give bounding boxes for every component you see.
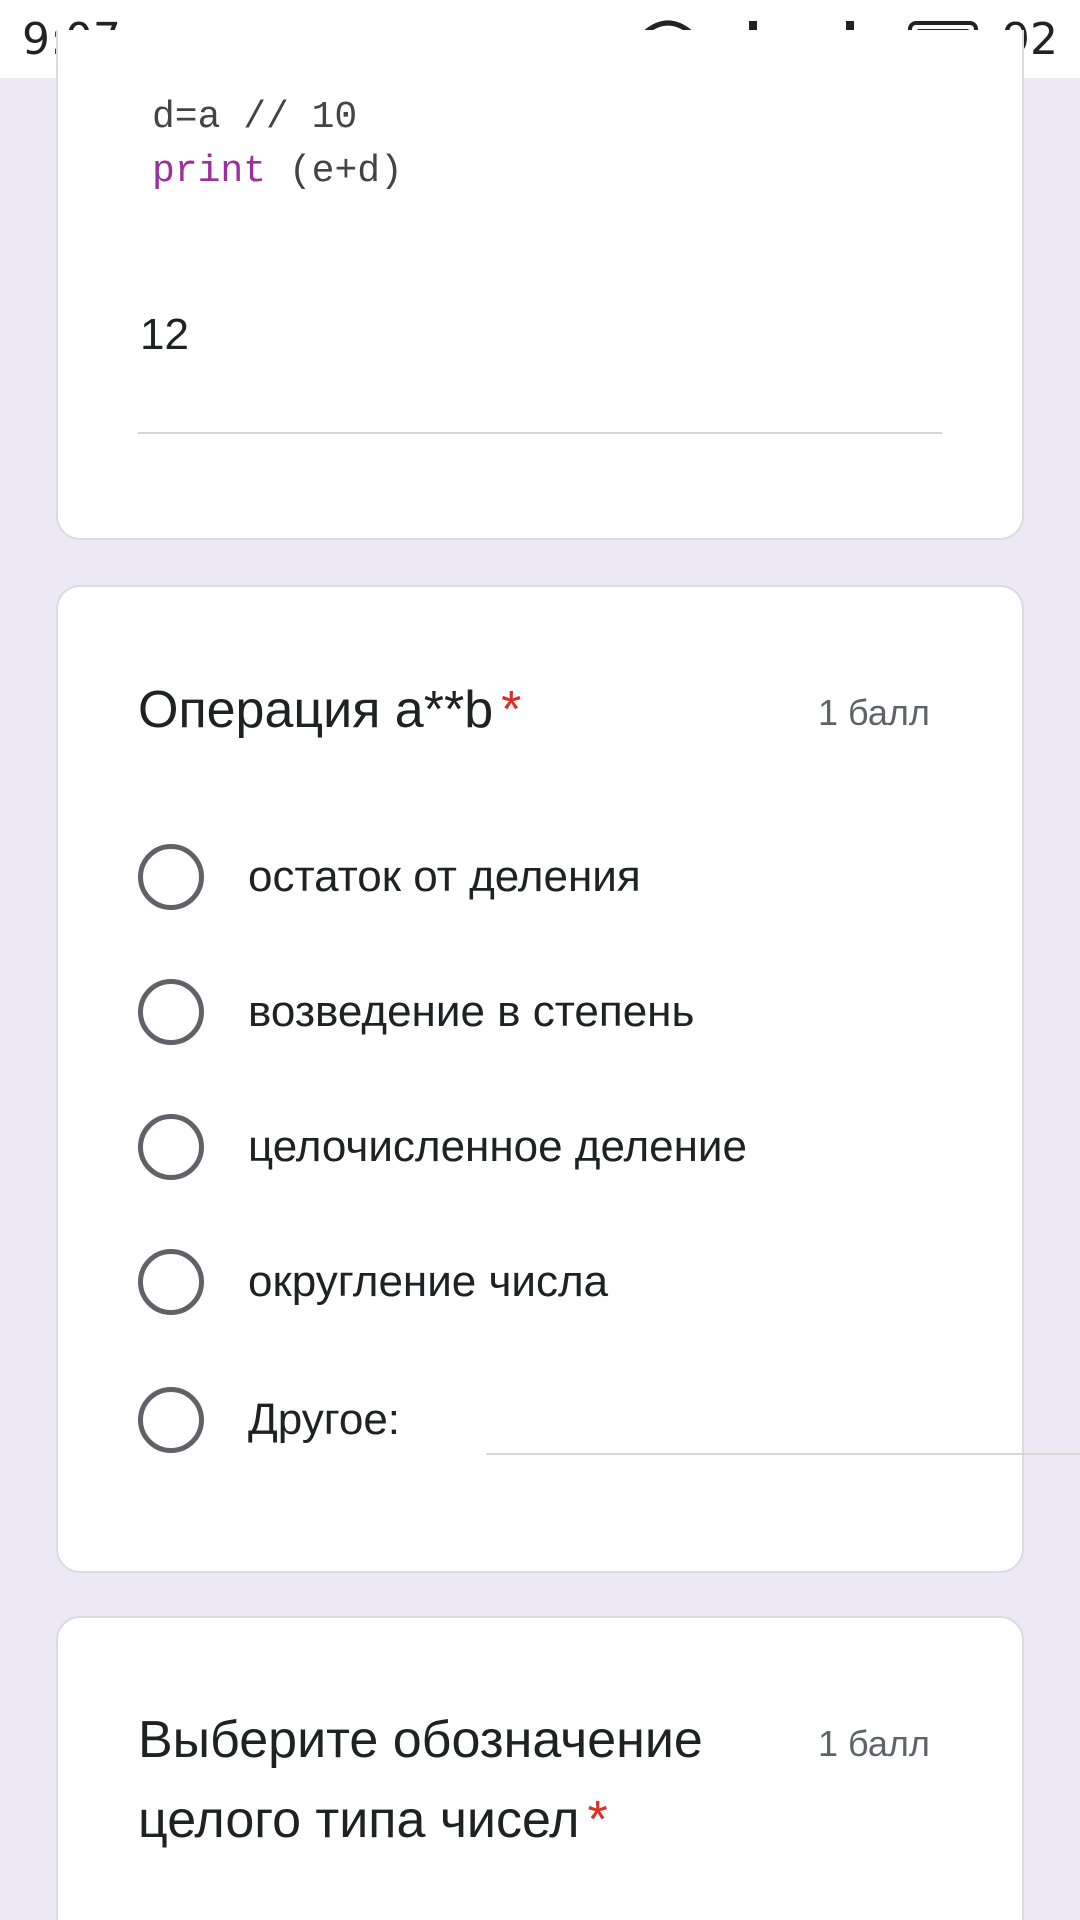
option-label: остаток от деления <box>248 852 641 901</box>
radio-button[interactable] <box>138 979 204 1045</box>
code-text: (e+d) <box>266 150 403 193</box>
code-line: d=a // 10 <box>152 96 358 139</box>
answer-input[interactable]: 12 <box>140 310 189 360</box>
radio-option[interactable]: остаток от деления <box>138 842 641 912</box>
question-title: целого типа чисел * <box>138 1790 608 1850</box>
option-label: округление числа <box>248 1257 609 1306</box>
radio-option[interactable]: целочисленное деление <box>138 1112 747 1182</box>
question-title-line1: Выберите обозначение <box>138 1711 703 1769</box>
answer-underline <box>138 432 942 434</box>
option-label: возведение в степень <box>248 987 695 1036</box>
question-points: 1 балл <box>818 1723 930 1764</box>
question-title-line2: целого типа чисел <box>138 1791 580 1849</box>
radio-button[interactable] <box>138 1387 204 1453</box>
question-title: Операция a**b * <box>138 680 521 740</box>
radio-button[interactable] <box>138 844 204 910</box>
required-mark: * <box>501 681 522 739</box>
radio-option[interactable]: возведение в степень <box>138 977 694 1047</box>
other-text-input[interactable] <box>486 1453 1080 1455</box>
radio-button[interactable] <box>138 1249 204 1315</box>
radio-button[interactable] <box>138 1114 204 1180</box>
radio-option[interactable]: округление числа <box>138 1247 608 1317</box>
option-label: целочисленное деление <box>248 1122 747 1171</box>
code-line: print (e+d) <box>152 150 403 193</box>
radio-option-other[interactable]: Другое: <box>138 1385 400 1455</box>
question-title: Выберите обозначение <box>138 1710 703 1770</box>
question-title-text: Операция a**b <box>138 681 494 739</box>
option-label: Другое: <box>248 1395 401 1444</box>
code-keyword: print <box>152 150 267 193</box>
required-mark: * <box>587 1791 608 1849</box>
question-points: 1 балл <box>818 692 930 733</box>
